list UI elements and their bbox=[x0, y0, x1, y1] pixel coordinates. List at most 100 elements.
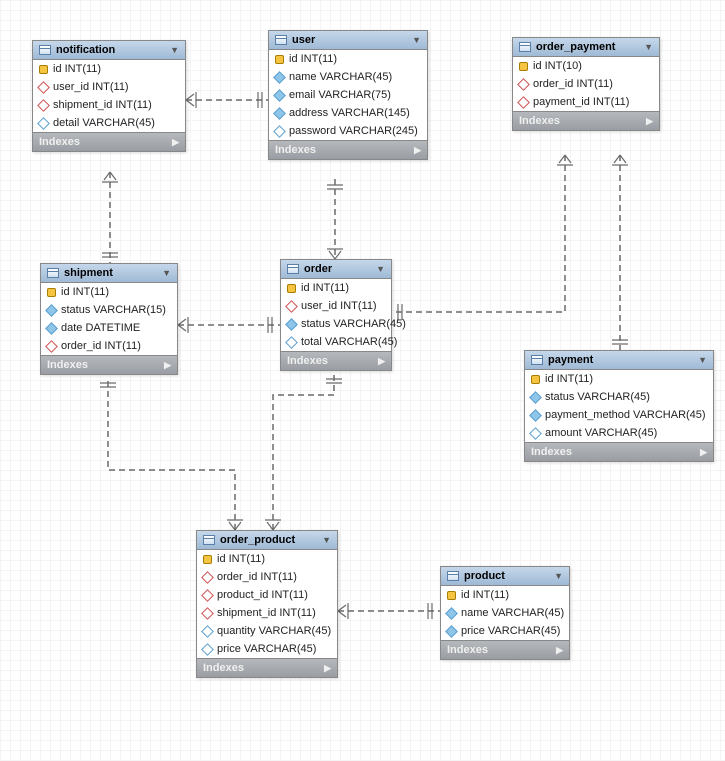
entity-title: order_payment bbox=[536, 41, 615, 53]
diamond-fk-icon bbox=[201, 571, 214, 584]
column-row[interactable]: user_id INT(11) bbox=[33, 78, 185, 96]
column-row[interactable]: payment_id INT(11) bbox=[513, 93, 659, 111]
entity-title: user bbox=[292, 34, 315, 46]
collapse-icon: ▼ bbox=[170, 45, 179, 55]
column-row[interactable]: id INT(11) bbox=[269, 50, 427, 68]
indexes-section[interactable]: Indexes ▶ bbox=[197, 658, 337, 677]
column-row[interactable]: id INT(11) bbox=[281, 279, 391, 297]
column-row[interactable]: name VARCHAR(45) bbox=[441, 604, 569, 622]
column-text: price VARCHAR(45) bbox=[461, 625, 560, 637]
entity-title: product bbox=[464, 570, 505, 582]
entity-header[interactable]: shipment ▼ bbox=[41, 264, 177, 283]
entity-header[interactable]: order_product ▼ bbox=[197, 531, 337, 550]
column-text: id INT(10) bbox=[533, 60, 582, 72]
entity-header[interactable]: notification ▼ bbox=[33, 41, 185, 60]
key-icon bbox=[203, 555, 212, 564]
column-row[interactable]: date DATETIME bbox=[41, 319, 177, 337]
column-text: name VARCHAR(45) bbox=[461, 607, 564, 619]
diamond-attr-icon bbox=[529, 427, 542, 440]
column-text: email VARCHAR(75) bbox=[289, 89, 391, 101]
column-row[interactable]: quantity VARCHAR(45) bbox=[197, 622, 337, 640]
column-row[interactable]: password VARCHAR(245) bbox=[269, 122, 427, 140]
column-row[interactable]: detail VARCHAR(45) bbox=[33, 114, 185, 132]
entity-header[interactable]: payment ▼ bbox=[525, 351, 713, 370]
entity-shipment[interactable]: shipment ▼ id INT(11)status VARCHAR(15) d… bbox=[40, 263, 178, 375]
chevron-right-icon: ▶ bbox=[324, 663, 331, 674]
collapse-icon: ▼ bbox=[322, 535, 331, 545]
column-row[interactable]: shipment_id INT(11) bbox=[33, 96, 185, 114]
collapse-icon: ▼ bbox=[644, 42, 653, 52]
chevron-right-icon: ▶ bbox=[172, 137, 179, 148]
entity-header[interactable]: product ▼ bbox=[441, 567, 569, 586]
column-text: payment_id INT(11) bbox=[533, 96, 629, 108]
indexes-section[interactable]: Indexes ▶ bbox=[41, 355, 177, 374]
entity-product[interactable]: product ▼ id INT(11) name VARCHAR(45) pric… bbox=[440, 566, 570, 660]
column-row[interactable]: total VARCHAR(45) bbox=[281, 333, 391, 351]
column-row[interactable]: status VARCHAR(15) bbox=[41, 301, 177, 319]
key-icon bbox=[39, 65, 48, 74]
columns-list: id INT(11)user_id INT(11)status VARCHAR(… bbox=[281, 279, 391, 351]
columns-list: id INT(11) status VARCHAR(45) payment_meth… bbox=[525, 370, 713, 442]
entity-order-product[interactable]: order_product ▼ id INT(11) order_id INT(1… bbox=[196, 530, 338, 678]
indexes-section[interactable]: Indexes ▶ bbox=[33, 132, 185, 151]
indexes-section[interactable]: Indexes ▶ bbox=[525, 442, 713, 461]
column-text: user_id INT(11) bbox=[53, 81, 129, 93]
column-row[interactable]: user_id INT(11) bbox=[281, 297, 391, 315]
entity-user[interactable]: user ▼ id INT(11) name VARCHAR(45) email V… bbox=[268, 30, 428, 160]
column-row[interactable]: id INT(10) bbox=[513, 57, 659, 75]
column-text: amount VARCHAR(45) bbox=[545, 427, 657, 439]
indexes-section[interactable]: Indexes ▶ bbox=[269, 140, 427, 159]
column-text: total VARCHAR(45) bbox=[301, 336, 397, 348]
chevron-right-icon: ▶ bbox=[414, 145, 421, 156]
entity-order-payment[interactable]: order_payment ▼ id INT(10) order_id INT(1… bbox=[512, 37, 660, 131]
column-row[interactable]: order_id INT(11) bbox=[197, 568, 337, 586]
column-text: shipment_id INT(11) bbox=[53, 99, 152, 111]
collapse-icon: ▼ bbox=[554, 571, 563, 581]
key-icon bbox=[447, 591, 456, 600]
column-row[interactable]: id INT(11) bbox=[197, 550, 337, 568]
column-row[interactable]: status VARCHAR(45) bbox=[281, 315, 391, 333]
column-row[interactable]: product_id INT(11) bbox=[197, 586, 337, 604]
column-row[interactable]: payment_method VARCHAR(45) bbox=[525, 406, 713, 424]
entity-title: shipment bbox=[64, 267, 113, 279]
chevron-right-icon: ▶ bbox=[556, 645, 563, 656]
diamond-fk-icon bbox=[37, 99, 50, 112]
entity-notification[interactable]: notification ▼ id INT(11) user_id INT(11)… bbox=[32, 40, 186, 152]
column-row[interactable]: shipment_id INT(11) bbox=[197, 604, 337, 622]
entity-header[interactable]: order ▼ bbox=[281, 260, 391, 279]
column-row[interactable]: order_id INT(11) bbox=[513, 75, 659, 93]
column-text: date DATETIME bbox=[61, 322, 140, 334]
column-row[interactable]: id INT(11) bbox=[525, 370, 713, 388]
column-text: name VARCHAR(45) bbox=[289, 71, 392, 83]
columns-list: id INT(11) name VARCHAR(45) email VARCHAR(… bbox=[269, 50, 427, 140]
entity-header[interactable]: user ▼ bbox=[269, 31, 427, 50]
column-row[interactable]: price VARCHAR(45) bbox=[197, 640, 337, 658]
indexes-section[interactable]: Indexes ▶ bbox=[513, 111, 659, 130]
entity-order[interactable]: order ▼ id INT(11)user_id INT(11)status … bbox=[280, 259, 392, 371]
column-row[interactable]: id INT(11) bbox=[41, 283, 177, 301]
entity-payment[interactable]: payment ▼ id INT(11) status VARCHAR(45) pa… bbox=[524, 350, 714, 462]
column-row[interactable]: amount VARCHAR(45) bbox=[525, 424, 713, 442]
column-row[interactable]: id INT(11) bbox=[441, 586, 569, 604]
column-row[interactable]: name VARCHAR(45) bbox=[269, 68, 427, 86]
diamond-attr-icon bbox=[273, 125, 286, 138]
indexes-section[interactable]: Indexes ▶ bbox=[441, 640, 569, 659]
column-text: status VARCHAR(45) bbox=[301, 318, 406, 330]
column-text: order_id INT(11) bbox=[533, 78, 613, 90]
table-icon bbox=[203, 535, 215, 545]
column-row[interactable]: id INT(11) bbox=[33, 60, 185, 78]
diamond-fk-icon bbox=[37, 81, 50, 94]
column-text: id INT(11) bbox=[461, 589, 509, 601]
column-row[interactable]: price VARCHAR(45) bbox=[441, 622, 569, 640]
column-row[interactable]: status VARCHAR(45) bbox=[525, 388, 713, 406]
column-text: status VARCHAR(45) bbox=[545, 391, 650, 403]
column-row[interactable]: address VARCHAR(145) bbox=[269, 104, 427, 122]
column-text: order_id INT(11) bbox=[217, 571, 297, 583]
column-row[interactable]: order_id INT(11) bbox=[41, 337, 177, 355]
column-text: id INT(11) bbox=[545, 373, 593, 385]
entity-header[interactable]: order_payment ▼ bbox=[513, 38, 659, 57]
column-row[interactable]: email VARCHAR(75) bbox=[269, 86, 427, 104]
indexes-section[interactable]: Indexes ▶ bbox=[281, 351, 391, 370]
column-text: detail VARCHAR(45) bbox=[53, 117, 155, 129]
diamond-attr-icon bbox=[529, 391, 542, 404]
